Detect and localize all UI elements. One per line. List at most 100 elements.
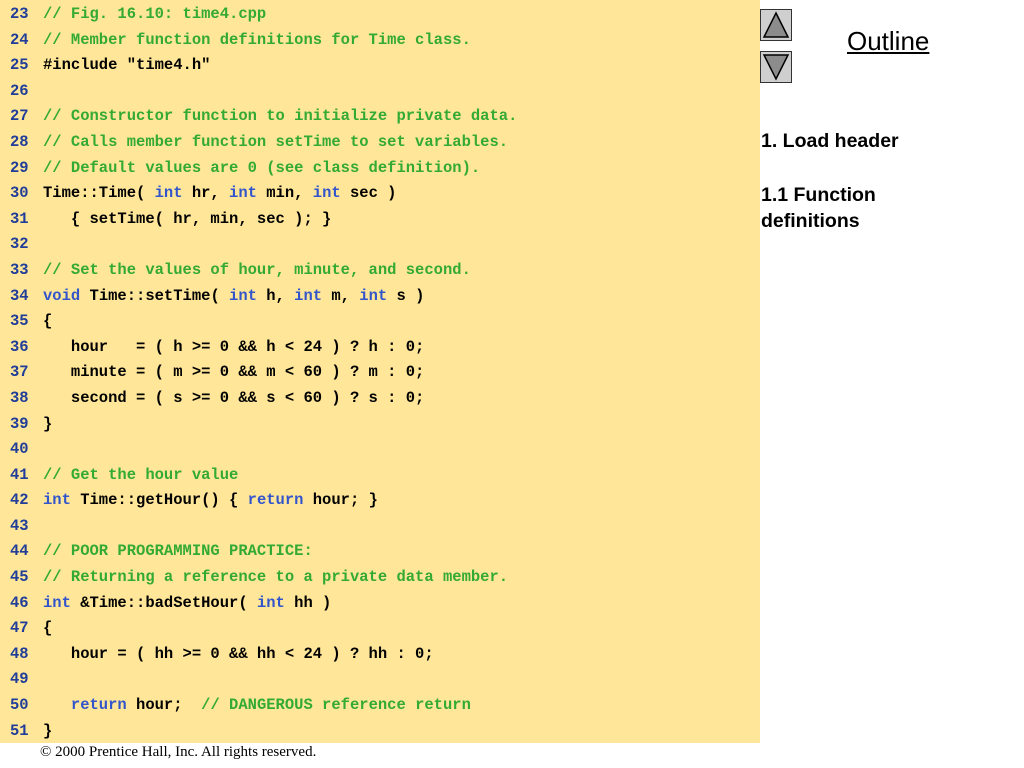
code-text: s ) <box>387 286 425 305</box>
next-slide-button[interactable] <box>760 51 792 83</box>
line-number: 28 <box>10 132 29 151</box>
code-line: 46 int &Time::badSetHour( int hh ) <box>10 591 517 617</box>
code-text: hour = ( h >= 0 && h < 24 ) ? h : 0; <box>43 337 425 356</box>
line-number: 46 <box>10 593 29 612</box>
outline-item-function-definitions: 1.1 Function definitions <box>761 184 876 232</box>
line-number: 50 <box>10 696 29 715</box>
code-line: 34 void Time::setTime( int h, int m, int … <box>10 284 517 310</box>
line-number: 37 <box>10 363 29 382</box>
code-text: #include "time4.h" <box>43 56 211 75</box>
line-number: 35 <box>10 312 29 331</box>
code-text: { <box>43 619 53 638</box>
code-text: sec ) <box>340 184 397 203</box>
triangle-down-icon <box>762 54 790 81</box>
line-number: 48 <box>10 644 29 663</box>
code-text: Time::Time( <box>43 184 155 203</box>
code-comment: // POOR PROGRAMMING PRACTICE: <box>43 542 313 561</box>
code-line: 51} <box>10 719 517 745</box>
code-comment: // Member function definitions for Time … <box>43 30 471 49</box>
code-line: 36 hour = ( h >= 0 && h < 24 ) ? h : 0; <box>10 335 517 361</box>
code-line: 24 // Member function definitions for Tim… <box>10 28 517 54</box>
code-text: min, <box>256 184 313 203</box>
line-number: 24 <box>10 30 29 49</box>
code-line: 41 // Get the hour value <box>10 463 517 489</box>
code-text: { <box>43 312 53 331</box>
code-comment: // Constructor function to initialize pr… <box>43 107 518 126</box>
code-keyword: int <box>312 184 341 203</box>
code-line: 50 return hour; // DANGEROUS reference r… <box>10 693 517 719</box>
line-number: 34 <box>10 286 29 305</box>
code-line: 42 int Time::getHour() { return hour; } <box>10 488 517 514</box>
code-line: 26 <box>10 79 517 105</box>
code-line: 47 { <box>10 616 517 642</box>
line-number: 40 <box>10 440 29 459</box>
code-line: 43 <box>10 514 517 540</box>
code-line: 33 // Set the values of hour, minute, and… <box>10 258 517 284</box>
code-text: second = ( s >= 0 && s < 60 ) ? s : 0; <box>43 388 425 407</box>
code-keyword: void <box>43 286 81 305</box>
code-line: 49 <box>10 667 517 693</box>
code-comment: // Set the values of hour, minute, and s… <box>43 260 471 279</box>
code-line: 30 Time::Time( int hr, int min, int sec ) <box>10 181 517 207</box>
line-number: 26 <box>10 81 29 100</box>
code-text: hh ) <box>284 593 332 612</box>
code-comment: // DANGEROUS reference return <box>201 696 471 715</box>
code-text: { setTime( hr, min, sec ); } <box>43 209 332 228</box>
code-keyword: int <box>229 286 257 305</box>
code-line: 35 { <box>10 309 517 335</box>
line-number: 29 <box>10 158 29 177</box>
code-lines: 23 // Fig. 16.10: time4.cpp 24 // Member fu… <box>10 2 517 744</box>
line-number: 36 <box>10 337 29 356</box>
code-line: 40 <box>10 437 517 463</box>
triangle-up-icon <box>762 11 790 38</box>
line-number: 38 <box>10 388 29 407</box>
code-comment: // Get the hour value <box>43 465 239 484</box>
copyright-notice: © 2000 Prentice Hall, Inc. All rights re… <box>40 744 317 760</box>
code-line: 38 second = ( s >= 0 && s < 60 ) ? s : 0… <box>10 386 517 412</box>
code-text: } <box>43 721 53 740</box>
code-line: 39} <box>10 412 517 438</box>
line-number: 45 <box>10 568 29 587</box>
code-text: hour; } <box>303 491 378 510</box>
previous-slide-button[interactable] <box>760 9 792 41</box>
code-comment: // Calls member function setTime to set … <box>43 132 509 151</box>
line-number: 33 <box>10 260 29 279</box>
code-text: } <box>43 414 53 433</box>
line-number: 31 <box>10 209 29 228</box>
line-number: 44 <box>10 542 29 561</box>
code-keyword: int <box>229 184 257 203</box>
code-line: 27 // Constructor function to initialize … <box>10 104 517 130</box>
line-number: 51 <box>10 721 29 740</box>
line-number: 32 <box>10 235 29 254</box>
code-text: m, <box>322 286 360 305</box>
code-text: h, <box>256 286 295 305</box>
code-line: 31 { setTime( hr, min, sec ); } <box>10 207 517 233</box>
code-keyword: int <box>294 286 323 305</box>
code-keyword: int <box>43 593 71 612</box>
code-comment: // Default values are 0 (see class defin… <box>43 158 481 177</box>
code-keyword: return <box>70 696 127 715</box>
code-line: 45 // Returning a reference to a private … <box>10 565 517 591</box>
code-line: 32 <box>10 232 517 258</box>
code-listing-panel: 23 // Fig. 16.10: time4.cpp 24 // Member fu… <box>0 0 760 743</box>
code-text: hr, <box>182 184 230 203</box>
code-text: minute = ( m >= 0 && m < 60 ) ? m : 0; <box>43 363 425 382</box>
code-line: 37 minute = ( m >= 0 && m < 60 ) ? m : 0… <box>10 360 517 386</box>
line-number: 43 <box>10 516 29 535</box>
code-text: hour = ( hh >= 0 && hh < 24 ) ? hh : 0; <box>43 644 434 663</box>
outline-item-load-header: 1. Load header <box>761 130 899 152</box>
code-line: 48 hour = ( hh >= 0 && hh < 24 ) ? hh : … <box>10 642 517 668</box>
code-keyword: int <box>359 286 388 305</box>
line-number: 42 <box>10 491 29 510</box>
code-text: &Time::badSetHour( <box>70 593 257 612</box>
code-comment: // Returning a reference to a private da… <box>43 568 509 587</box>
code-comment: // Fig. 16.10: time4.cpp <box>43 5 267 23</box>
line-number: 23 <box>10 5 29 23</box>
code-line: 44 // POOR PROGRAMMING PRACTICE: <box>10 539 517 565</box>
code-line: 28 // Calls member function setTime to se… <box>10 130 517 156</box>
outline-link[interactable]: Outline <box>847 26 929 57</box>
code-keyword: int <box>154 184 183 203</box>
code-text: Time::setTime( <box>80 286 230 305</box>
line-number: 47 <box>10 619 29 638</box>
